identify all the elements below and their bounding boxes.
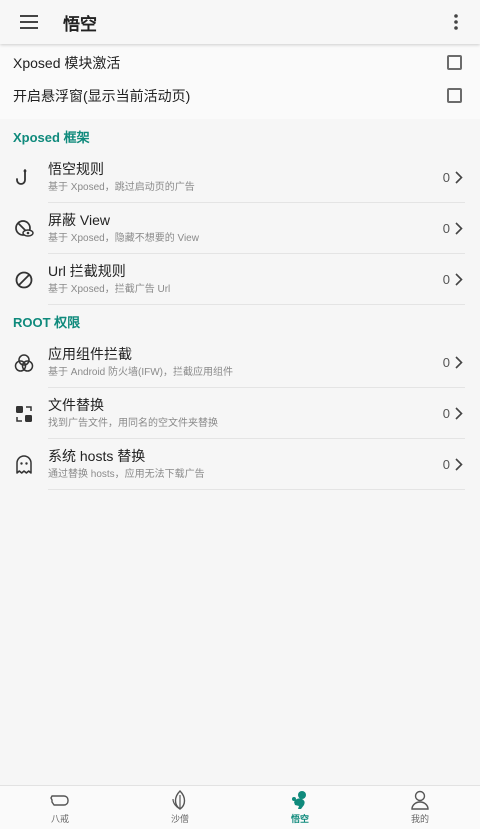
chevron-right-icon (455, 457, 463, 471)
chevron-right-icon (455, 170, 463, 184)
list-item-hosts-replace[interactable]: 系统 hosts 替换 通过替换 hosts，应用无法下载广告 0 (0, 439, 480, 490)
item-count: 0 (442, 220, 450, 236)
overflow-menu-button[interactable] (438, 0, 474, 44)
list-item-block-view[interactable]: 屏蔽 View 基于 Xposed，隐藏不想要的 View 0 (0, 203, 480, 254)
chevron-right-icon (455, 406, 463, 420)
item-count: 0 (442, 456, 450, 472)
top-app-bar: 悟空 (0, 0, 480, 44)
item-count: 0 (442, 354, 450, 370)
nav-label: 悟空 (290, 814, 309, 824)
item-title: Url 拦截规则 (48, 262, 126, 279)
app-root: 悟空 Xposed 模块激活 开启悬浮窗(显示当前活动页) Xposed 框架 (0, 0, 480, 829)
eye-block-icon (15, 219, 34, 237)
item-subtitle: 基于 Android 防火墙(IFW)，拦截应用组件 (48, 366, 234, 378)
bottom-navigation: 八戒 沙僧 悟空 我的 (0, 785, 480, 829)
item-subtitle: 通过替换 hosts，应用无法下载广告 (48, 468, 205, 480)
chevron-right-icon (455, 355, 463, 369)
settings-toggles: Xposed 模块激活 开启悬浮窗(显示当前活动页) (0, 44, 480, 119)
item-title: 应用组件拦截 (48, 345, 132, 362)
nav-item-shaseng[interactable]: 沙僧 (120, 786, 240, 829)
toggle-floating-window[interactable]: 开启悬浮窗(显示当前活动页) (0, 79, 480, 112)
item-subtitle: 基于 Xposed，隐藏不想要的 View (48, 232, 199, 244)
nav-label: 八戒 (50, 814, 69, 824)
pig-icon (50, 795, 69, 806)
leaf-icon (172, 790, 186, 810)
monkey-icon (292, 791, 306, 809)
item-title: 屏蔽 View (48, 211, 110, 228)
hook-icon (16, 168, 27, 185)
item-count: 0 (442, 271, 450, 287)
item-count: 0 (442, 169, 450, 185)
section-header-xposed: Xposed 框架 (13, 129, 90, 145)
chevron-right-icon (455, 272, 463, 286)
rules-content: Xposed 框架 悟空规则 基于 Xposed，跳过启动页的广告 0 屏蔽 V… (0, 120, 480, 490)
item-title: 文件替换 (48, 396, 104, 413)
hamburger-icon (20, 15, 38, 29)
item-subtitle: 基于 Xposed，跳过启动页的广告 (48, 181, 195, 193)
nav-item-wukong[interactable]: 悟空 (240, 786, 360, 829)
list-item-file-replace[interactable]: 文件替换 找到广告文件，用同名的空文件夹替换 0 (0, 388, 480, 439)
xposed-activated-checkbox[interactable] (447, 55, 462, 70)
list-item-url-block-rules[interactable]: Url 拦截规则 基于 Xposed，拦截广告 Url 0 (0, 254, 480, 305)
person-icon (411, 790, 429, 810)
nav-item-bajie[interactable]: 八戒 (0, 786, 120, 829)
ghost-icon (16, 454, 32, 474)
menu-button[interactable] (7, 0, 51, 44)
item-subtitle: 基于 Xposed，拦截广告 Url (48, 283, 171, 295)
block-icon (15, 271, 33, 288)
toggle-label: 开启悬浮窗(显示当前活动页) (13, 87, 191, 104)
circles-icon (14, 353, 34, 372)
item-title: 悟空规则 (48, 160, 104, 177)
page-title: 悟空 (63, 14, 97, 34)
chevron-right-icon (455, 221, 463, 235)
section-header-root: ROOT 权限 (13, 314, 81, 330)
item-subtitle: 找到广告文件，用同名的空文件夹替换 (48, 417, 218, 429)
swap-icon (16, 405, 32, 422)
list-item-wukong-rules[interactable]: 悟空规则 基于 Xposed，跳过启动页的广告 0 (0, 152, 480, 203)
item-count: 0 (442, 405, 450, 421)
list-item-component-block[interactable]: 应用组件拦截 基于 Android 防火墙(IFW)，拦截应用组件 0 (0, 337, 480, 388)
floating-window-checkbox[interactable] (447, 88, 462, 103)
item-title: 系统 hosts 替换 (48, 447, 146, 464)
nav-item-me[interactable]: 我的 (360, 786, 480, 829)
nav-label: 我的 (410, 814, 429, 824)
toggle-xposed-activated[interactable]: Xposed 模块激活 (0, 46, 480, 79)
toggle-label: Xposed 模块激活 (13, 54, 121, 71)
more-vert-icon (454, 14, 458, 30)
nav-label: 沙僧 (170, 814, 189, 824)
